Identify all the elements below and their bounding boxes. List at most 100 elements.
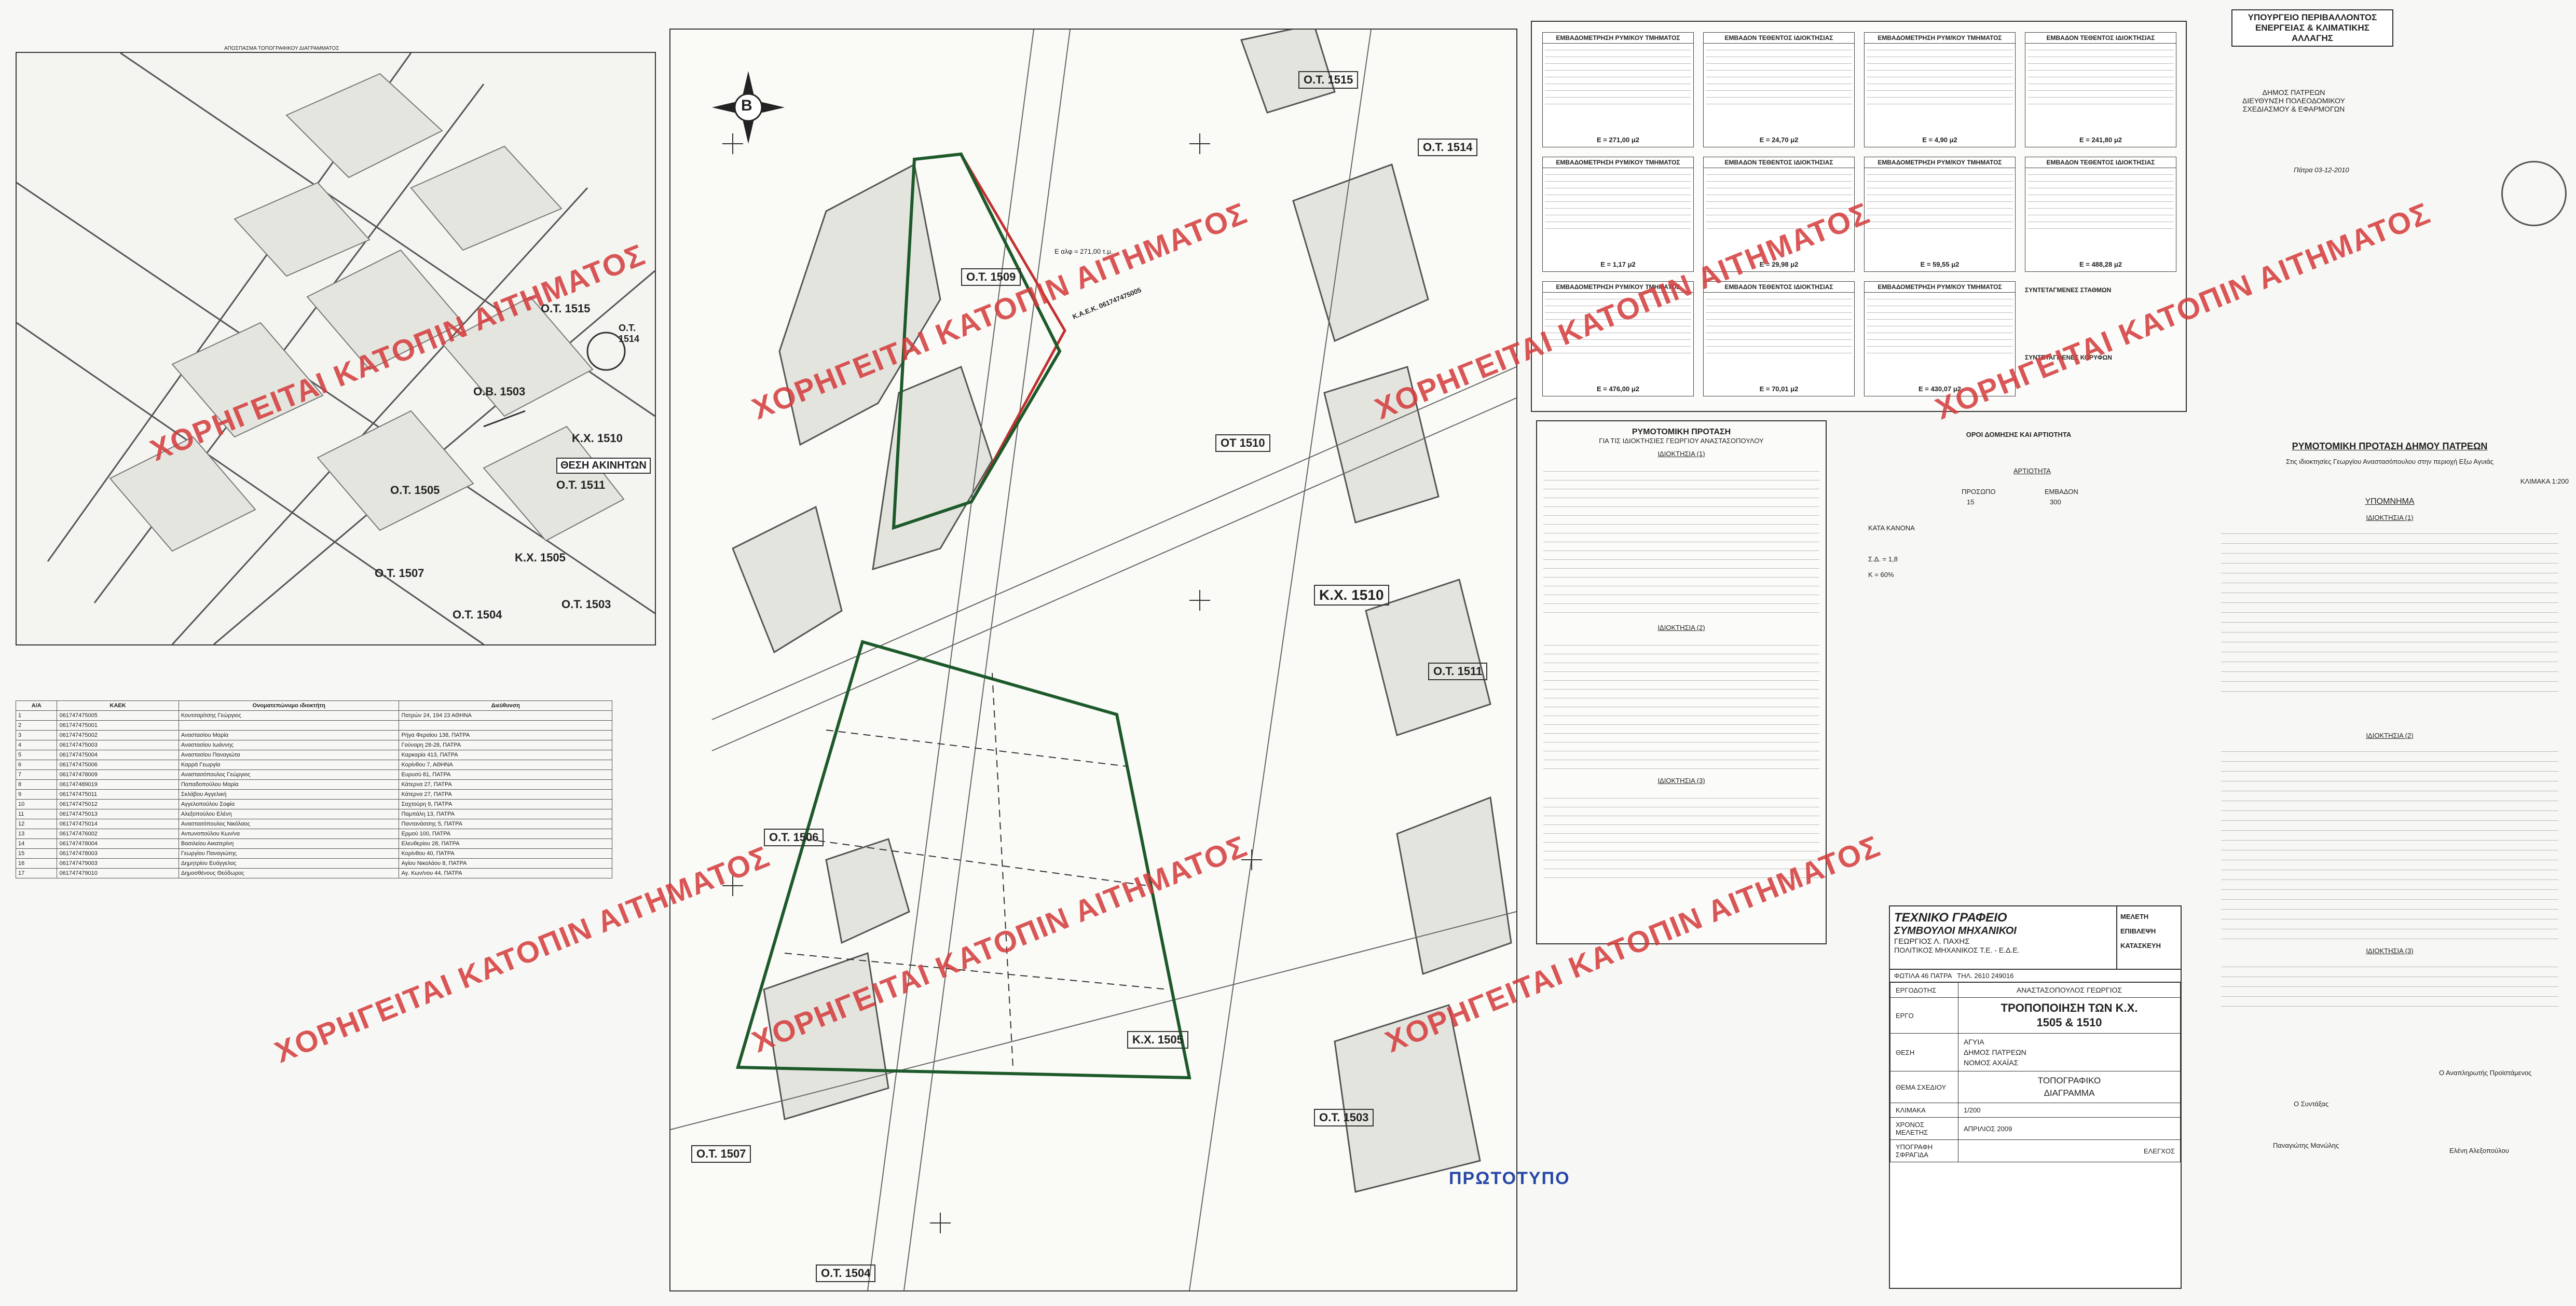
area-table-title: ΕΜΒΑΔΟΝ ΤΕΘΕΝΤΟΣ ΙΔΙΟΚΤΗΣΙΑΣ (1704, 157, 1854, 168)
table-row: 8 061747489019 Παπαδοπούλου Μαρία Κάτερνα 2… (15, 779, 612, 790)
table-cell: 061747479010 (57, 868, 179, 878)
signer-1-name: Παναγιώτης Μανώλης (2273, 1142, 2339, 1149)
table-cell: Κουτσαρίτσης Γεώργιος (178, 710, 400, 721)
table-cell: Αντωνοπούλου Κων/να (178, 829, 400, 839)
area-table-row (1706, 203, 1852, 209)
area-value: E = 1,17 μ2 (1600, 260, 1636, 268)
map-block-1514: Ο.Τ. 1514 (619, 323, 640, 344)
right-text-3 (2221, 957, 2558, 1014)
emvadon-value: 300 (2050, 498, 2061, 506)
table-cell: Κάτερνα 27, ΠΑΤΡΑ (399, 779, 612, 790)
area-table-row (1706, 85, 1852, 91)
position-label: ΘΕΣΗ ΑΚΙΝΗΤΩΝ (556, 458, 651, 474)
area-table-row (1867, 203, 2013, 209)
area-table-row (1867, 189, 2013, 195)
area-table-row (1867, 348, 2013, 353)
area-table-row (1706, 327, 1852, 333)
area-table-row (2027, 169, 2174, 175)
area-table-row (2027, 92, 2174, 98)
table-cell: 13 (15, 829, 58, 839)
table-row: 16 061747479003 Δημητρίου Ευάγγελος Αγίου Ν… (15, 858, 612, 869)
table-cell (399, 720, 612, 731)
owners-table-header: Α/Α ΚΑΕΚ Ονοματεπώνυμο ιδιοκτήτη Διεύθυνση (15, 700, 612, 711)
area-table-row (1867, 51, 2013, 57)
area-table-row (2027, 189, 2174, 195)
area-table-row (2027, 99, 2174, 104)
table-cell: 7 (15, 769, 58, 780)
area-table-row (2027, 51, 2174, 57)
area-table-row (1706, 72, 1852, 77)
table-cell: Αγ. Κων/νου 44, ΠΑΤΡΑ (399, 868, 612, 878)
map-block-kx1505: Κ.Χ. 1505 (515, 551, 566, 564)
proposal-section-1: ΙΔΙΟΚΤΗΣΙΑ (1) (1657, 450, 1705, 458)
area-table-row (2027, 65, 2174, 71)
table-cell: 1 (15, 710, 58, 721)
area-table-row (2027, 210, 2174, 215)
table-cell: Σκλάβου Αγγελική (178, 789, 400, 800)
authority-date: Πάτρα 03-12-2010 (2294, 166, 2349, 174)
table-row: 14 061747478004 Βασιλείου Αικατερίνη Ελευθε… (15, 838, 612, 849)
project-label: ΕΡΓΟ (1890, 997, 1958, 1034)
table-cell: Αγίου Νικολάου 8, ΠΑΤΡΑ (399, 858, 612, 869)
area-table-title: ΕΜΒΑΔΟΜΕΤΡΗΣΗ ΡΥΜ/ΚΟΥ ΤΜΗΜΑΤΟΣ (1865, 157, 2015, 168)
area-table-row (1545, 65, 1691, 71)
table-row: 17 061747479010 Δημοσθένους Θεόδωρος Αγ. Κω… (15, 868, 612, 878)
area-table-row (1545, 223, 1691, 229)
project-value-2: 1505 & 1510 (2036, 1016, 2102, 1029)
area-table-title: ΕΜΒΑΔΟΝ ΤΕΘΕΝΤΟΣ ΙΔΙΟΚΤΗΣΙΑΣ (2025, 33, 2176, 44)
location-map-title: ΑΠΟΣΠΑΣΜΑ ΤΟΠΟΓΡΑΦΙΚΟΥ ΔΙΑΓΡΑΜΜΑΤΟΣ (224, 46, 339, 51)
area-table-row (1545, 85, 1691, 91)
area-table-row (2027, 203, 2174, 209)
area-table-row (1867, 72, 2013, 77)
drawing-value-2: ΔΙΑΓΡΑΜΜΑ (2044, 1088, 2095, 1098)
area-table-row (1867, 85, 2013, 91)
date-label: ΧΡΟΝΟΣ ΜΕΛΕΤΗΣ (1890, 1117, 1958, 1140)
area-table-row (1545, 189, 1691, 195)
area-table: ΕΜΒΑΔΟΝ ΤΕΘΕΝΤΟΣ ΙΔΙΟΚΤΗΣΙΑΣ E = 24,70 μ2 (1703, 32, 1855, 147)
table-cell: 3 (15, 730, 58, 740)
table-row: 12 061747475014 Αναστασόπουλος Νικόλαος Παν… (15, 819, 612, 829)
plan-block-1511: Ο.Τ. 1511 (1428, 663, 1488, 680)
area-table-row (1867, 294, 2013, 299)
plan-block-1503: Ο.Τ. 1503 (1314, 1109, 1374, 1126)
signer-1: Ο Συντάξας (2294, 1100, 2329, 1108)
area-table-row (1545, 196, 1691, 202)
scale-label: ΚΛΙΜΑΚΑ (1890, 1103, 1958, 1118)
area-table-row (1706, 334, 1852, 340)
table-cell: Δημοσθένους Θεόδωρος (178, 868, 400, 878)
area-table-row (1706, 348, 1852, 353)
table-cell: 9 (15, 789, 58, 800)
table-cell: 061747475005 (57, 710, 179, 721)
location-value: ΑΓΥΙΑ (1964, 1038, 1984, 1046)
table-cell: 061747475011 (57, 789, 179, 800)
syntelestis: Σ.Δ. = 1,8 (1868, 555, 1898, 563)
table-row: 9 061747475011 Σκλάβου Αγγελική Κάτερνα 27,… (15, 789, 612, 800)
table-cell: Αναστασόπουλος Γεώργιος (178, 769, 400, 780)
area-table-row (1867, 321, 2013, 326)
area-table-row (1545, 45, 1691, 50)
area-table-row (1706, 58, 1852, 64)
area-table: ΕΜΒΑΔΟΜΕΤΡΗΣΗ ΡΥΜ/ΚΟΥ ΤΜΗΜΑΤΟΣ E = 271,00… (1542, 32, 1694, 147)
table-cell: Καρκαρία 413, ΠΑΤΡΑ (399, 750, 612, 760)
table-cell: Πατρών 24, 194 23 ΑΘΗΝΑ (399, 710, 612, 721)
table-cell (178, 720, 400, 731)
location-value-2: ΔΗΜΟΣ ΠΑΤΡΕΩΝ (1964, 1048, 2026, 1056)
office-subtitle: ΣΥΜΒΟΥΛΟΙ ΜΗΧΑΝΙΚΟΙ (1894, 925, 2017, 937)
table-cell: 061747475001 (57, 720, 179, 731)
building-terms-title: ΟΡΟΙ ΔΟΜΗΣΗΣ ΚΑΙ ΑΡΤΙΟΤΗΤΑ (1966, 431, 2072, 438)
area-value: E = 488,28 μ2 (2079, 260, 2122, 268)
table-cell: 061747478004 (57, 838, 179, 849)
table-cell: 061747475012 (57, 799, 179, 809)
area-table-row (1867, 314, 2013, 320)
area-table-row (2027, 45, 2174, 50)
area-table-row (1867, 176, 2013, 182)
area-table-row (1545, 169, 1691, 175)
proposal-subtitle: ΓΙΑ ΤΙΣ ΙΔΙΟΚΤΗΣΙΕΣ ΓΕΩΡΓΙΟΥ ΑΝΑΣΤΑΣΟΠΟΥ… (1599, 437, 1764, 445)
main-plan (670, 30, 1516, 1290)
map-block-1503b: Ο.Τ. 1503 (561, 598, 611, 611)
area-table-row (1867, 65, 2013, 71)
area-table-row (1867, 45, 2013, 50)
table-cell: Παμπάλη 13, ΠΑΤΡΑ (399, 809, 612, 819)
table-cell: Γούναρη 28-28, ΠΑΤΡΑ (399, 740, 612, 750)
area-table-row (1867, 223, 2013, 229)
